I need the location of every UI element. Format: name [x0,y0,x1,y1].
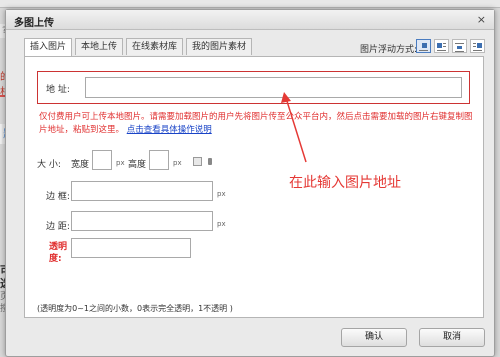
confirm-button[interactable]: 确认 [341,328,407,347]
upload-dialog: 多图上传 × 插入图片 本地上传 在线素材库 我的图片素材 图片浮动方式: 地 … [5,9,495,357]
background-toolbar [0,0,500,8]
annotation-arrow [281,92,307,163]
cancel-button[interactable]: 取消 [419,328,485,347]
